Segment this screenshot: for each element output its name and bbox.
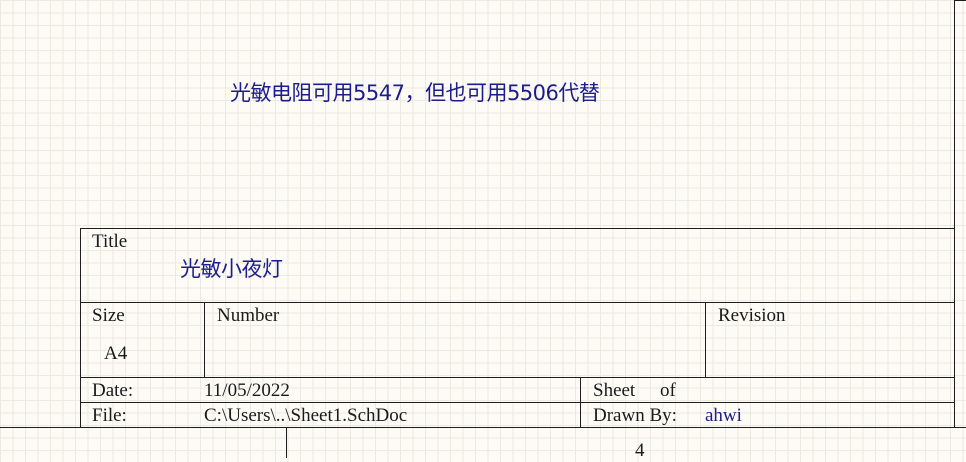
sheet-border-right: [954, 0, 955, 428]
number-label: Number: [217, 305, 280, 326]
file-value: C:\Users\..\Sheet1.SchDoc: [204, 405, 408, 426]
date-sheet-divider: [580, 377, 581, 427]
zone-divider-tick: [286, 428, 287, 458]
title-block-row-divider-2: [80, 377, 954, 378]
date-value: 11/05/2022: [204, 380, 290, 401]
file-label: File:: [92, 405, 127, 426]
size-number-divider: [204, 302, 205, 377]
sheet-border-top-tick: [954, 0, 966, 1]
size-value: A4: [104, 343, 128, 364]
drawn-by-value[interactable]: ahwi: [705, 405, 742, 427]
title-value[interactable]: 光敏小夜灯: [180, 253, 283, 283]
zone-label: 4: [635, 440, 645, 461]
of-label: of: [660, 380, 676, 401]
schematic-note-text[interactable]: 光敏电阻可用5547，但也可用5506代替: [230, 77, 600, 107]
title-label: Title: [92, 231, 128, 252]
title-block-top: [80, 228, 954, 229]
number-revision-divider: [705, 302, 706, 377]
title-block-left: [80, 228, 81, 427]
revision-label: Revision: [718, 305, 786, 326]
sheet-border-bottom: [0, 427, 966, 428]
date-label: Date:: [92, 380, 134, 401]
title-block-row-divider-1: [80, 302, 954, 303]
title-block-row-divider-3: [80, 402, 954, 403]
sheet-label: Sheet: [593, 380, 636, 401]
drawn-by-label: Drawn By:: [593, 405, 677, 426]
size-label: Size: [92, 305, 125, 326]
